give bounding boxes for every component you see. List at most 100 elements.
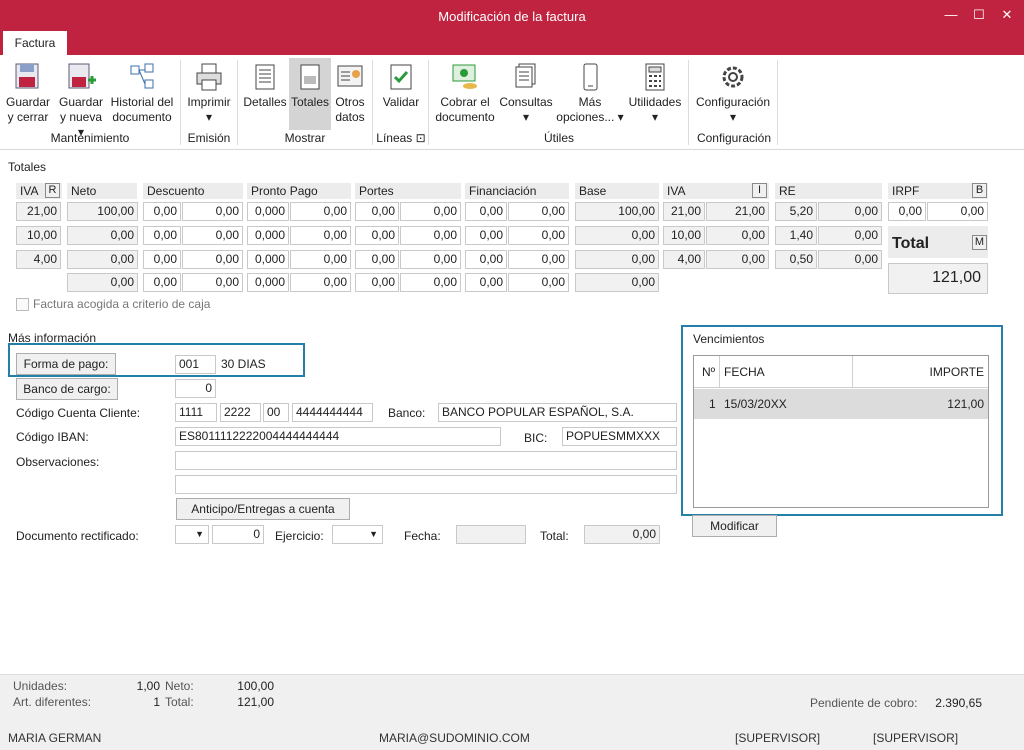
forma-pago-code[interactable]: 001 (175, 355, 216, 374)
b-button[interactable]: B (972, 183, 987, 198)
utilidades-button[interactable]: Utilidades ▾ (626, 58, 684, 130)
row1-pronto-pct[interactable]: 0,000 (247, 202, 289, 221)
row2-portes-pct[interactable]: 0,00 (355, 226, 399, 245)
banco-value[interactable]: BANCO POPULAR ESPAÑOL, S.A. (438, 403, 677, 422)
anticipo-button[interactable]: Anticipo/Entregas a cuenta (176, 498, 350, 520)
doc-rectificado-serie[interactable]: ▼ (175, 525, 209, 544)
row2-financiacion-pct[interactable]: 0,00 (465, 226, 507, 245)
gear-icon (722, 66, 744, 88)
mobile-icon (583, 63, 598, 91)
row3-iva-pct: 4,00 (663, 250, 705, 269)
row4-financiacion-pct[interactable]: 0,00 (465, 273, 507, 292)
row1-neto: 100,00 (67, 202, 138, 221)
criterio-caja-checkbox[interactable] (16, 298, 29, 311)
row3-descuento-importe[interactable]: 0,00 (182, 250, 243, 269)
observaciones-line2[interactable] (175, 475, 677, 494)
banco-cargo-value[interactable]: 0 (175, 379, 216, 398)
i-button[interactable]: I (752, 183, 767, 198)
totales-button[interactable]: Totales (289, 58, 331, 130)
row4-descuento-pct[interactable]: 0,00 (143, 273, 181, 292)
header-neto: Neto (67, 183, 137, 199)
consultas-button[interactable]: Consultas ▾ (498, 58, 554, 130)
row4-portes-pct[interactable]: 0,00 (355, 273, 399, 292)
total-rect-value: 0,00 (584, 525, 660, 544)
row1-financiacion-pct[interactable]: 0,00 (465, 202, 507, 221)
validar-button[interactable]: Validar (378, 58, 424, 130)
row1-financiacion-importe[interactable]: 0,00 (508, 202, 569, 221)
row1-iva-pct: 21,00 (663, 202, 705, 221)
ccc-oficina[interactable]: 2222 (220, 403, 261, 422)
row1-iva: 21,00 (16, 202, 61, 221)
row1-portes-pct[interactable]: 0,00 (355, 202, 399, 221)
row3-portes-pct[interactable]: 0,00 (355, 250, 399, 269)
row2-financiacion-importe[interactable]: 0,00 (508, 226, 569, 245)
collect-payment-icon (452, 64, 477, 89)
row1-descuento-importe[interactable]: 0,00 (182, 202, 243, 221)
r-button[interactable]: R (45, 183, 60, 198)
m-button[interactable]: M (972, 235, 987, 250)
row4-portes-importe[interactable]: 0,00 (400, 273, 461, 292)
role-badge: [SUPERVISOR] (735, 731, 821, 745)
title-bar: Modificación de la factura — ☐ ✕ (0, 0, 1024, 33)
configuracion-label: Configuración ▾ (695, 95, 771, 124)
row1-portes-importe[interactable]: 0,00 (400, 202, 461, 221)
row-fecha: 15/03/20XX (724, 397, 787, 411)
otros-datos-button[interactable]: Otros datos (332, 58, 368, 130)
forma-pago-button[interactable]: Forma de pago: (16, 353, 116, 375)
group-utiles: Útiles (543, 131, 574, 145)
maximize-button[interactable]: ☐ (966, 4, 992, 26)
otros-datos-label: Otros datos (335, 95, 365, 124)
group-lineas[interactable]: Líneas ⊡ (374, 131, 428, 145)
ccc-dc[interactable]: 00 (263, 403, 289, 422)
row3-descuento-pct[interactable]: 0,00 (143, 250, 181, 269)
guardar-nueva-button[interactable]: Guardar y nueva ▾ (56, 58, 106, 139)
row3-portes-importe[interactable]: 0,00 (400, 250, 461, 269)
row3-pronto-importe[interactable]: 0,00 (290, 250, 351, 269)
detalles-button[interactable]: Detalles (242, 58, 288, 130)
row4-pronto-pct[interactable]: 0,000 (247, 273, 289, 292)
row3-financiacion-pct[interactable]: 0,00 (465, 250, 507, 269)
row2-pronto-pct[interactable]: 0,000 (247, 226, 289, 245)
vencimientos-title: Vencimientos (693, 332, 765, 346)
guardar-cerrar-button[interactable]: Guardar y cerrar (4, 58, 52, 130)
row2-descuento-pct[interactable]: 0,00 (143, 226, 181, 245)
row4-pronto-importe[interactable]: 0,00 (290, 273, 351, 292)
historial-button[interactable]: Historial del documento (108, 58, 176, 130)
row3-financiacion-importe[interactable]: 0,00 (508, 250, 569, 269)
observaciones-line1[interactable] (175, 451, 677, 470)
user-email: MARIA@SUDOMINIO.COM (379, 731, 530, 745)
banco-cargo-button[interactable]: Banco de cargo: (16, 378, 118, 400)
bic-value[interactable]: POPUESMMXXX (562, 427, 677, 446)
mas-opciones-button[interactable]: Más opciones... ▾ (556, 58, 624, 130)
row2-portes-importe[interactable]: 0,00 (400, 226, 461, 245)
irpf-importe[interactable]: 0,00 (927, 202, 988, 221)
row3-base: 0,00 (575, 250, 659, 269)
doc-rectificado-num[interactable]: 0 (212, 525, 264, 544)
table-row[interactable]: 1 15/03/20XX 121,00 (694, 389, 988, 419)
row2-iva: 10,00 (16, 226, 61, 245)
row2-pronto-importe[interactable]: 0,00 (290, 226, 351, 245)
fecha-value (456, 525, 526, 544)
row4-financiacion-importe[interactable]: 0,00 (508, 273, 569, 292)
iban-value[interactable]: ES8011112222004444444444 (175, 427, 501, 446)
row3-pronto-pct[interactable]: 0,000 (247, 250, 289, 269)
row2-descuento-importe[interactable]: 0,00 (182, 226, 243, 245)
configuracion-button[interactable]: Configuración ▾ (693, 58, 773, 130)
tab-factura[interactable]: Factura (3, 31, 67, 56)
row1-iva-cuota: 21,00 (706, 202, 769, 221)
ccc-entidad[interactable]: 1111 (175, 403, 217, 422)
modificar-button[interactable]: Modificar (692, 515, 777, 537)
cobrar-button[interactable]: Cobrar el documento (434, 58, 496, 130)
row4-descuento-importe[interactable]: 0,00 (182, 273, 243, 292)
minimize-button[interactable]: — (938, 4, 964, 26)
total-rect-label: Total: (540, 529, 569, 543)
row3-iva: 4,00 (16, 250, 61, 269)
imprimir-button[interactable]: Imprimir ▾ (184, 58, 234, 130)
ejercicio-select[interactable]: ▼ (332, 525, 383, 544)
row1-pronto-importe[interactable]: 0,00 (290, 202, 351, 221)
row2-re-cuota: 0,00 (818, 226, 882, 245)
row1-descuento-pct[interactable]: 0,00 (143, 202, 181, 221)
close-button[interactable]: ✕ (994, 4, 1020, 26)
irpf-pct[interactable]: 0,00 (888, 202, 926, 221)
ccc-cuenta[interactable]: 4444444444 (292, 403, 373, 422)
